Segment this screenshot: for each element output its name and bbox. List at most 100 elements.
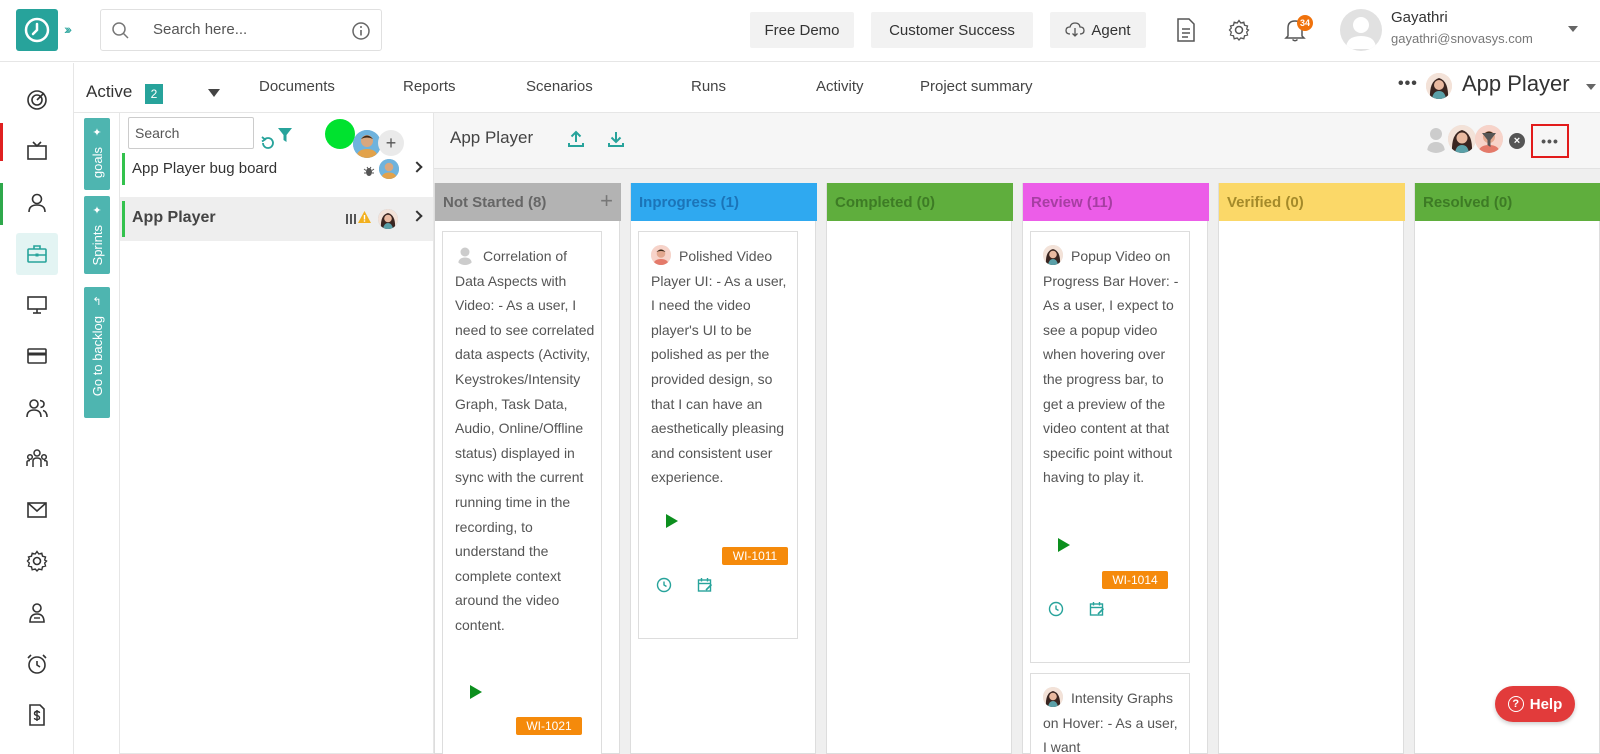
sprint-bars-icon	[346, 214, 356, 224]
woman-avatar-icon	[378, 209, 398, 229]
work-item-card[interactable]: Polished Video Player UI: - As a user, I…	[638, 231, 798, 639]
unassigned-avatar[interactable]	[1422, 125, 1450, 153]
global-search-input[interactable]	[153, 21, 333, 38]
agent-button[interactable]: Agent	[1050, 12, 1146, 48]
column-resolved: Resolved (0)	[1414, 183, 1600, 754]
column-title: Resolved (0)	[1423, 194, 1513, 211]
help-label: Help	[1529, 695, 1563, 713]
user-placeholder-icon	[1346, 17, 1376, 49]
board-item-app-player[interactable]: App Player	[120, 197, 433, 241]
settings-gear-icon[interactable]	[1228, 19, 1250, 41]
board-search-input[interactable]	[128, 117, 254, 149]
column-title: Not Started (8)	[443, 194, 547, 211]
chevron-right-icon[interactable]	[411, 210, 423, 222]
info-icon[interactable]	[351, 21, 371, 41]
online-status-dot	[325, 119, 355, 149]
nav-invoice[interactable]	[16, 694, 58, 736]
free-demo-button[interactable]: Free Demo	[750, 12, 854, 48]
pin-icon: ✦	[92, 205, 102, 217]
nav-billing[interactable]	[16, 335, 58, 377]
work-item-id-badge[interactable]: WI-1014	[1102, 571, 1168, 589]
user-menu-caret-icon[interactable]	[1568, 26, 1578, 32]
warning-icon	[358, 211, 371, 223]
work-item-id-badge[interactable]: WI-1021	[516, 717, 582, 735]
filter-icon[interactable]	[1482, 132, 1496, 148]
chevron-right-icon[interactable]	[411, 161, 423, 173]
card-text: Correlation of Data Aspects with Video: …	[455, 244, 595, 638]
work-item-card[interactable]: Correlation of Data Aspects with Video: …	[442, 231, 602, 754]
nav-team[interactable]	[16, 438, 58, 480]
nav-mail[interactable]	[16, 489, 58, 531]
tab-activity[interactable]: Activity	[816, 78, 864, 95]
nav-monitor[interactable]	[16, 284, 58, 326]
board-owner-avatar	[379, 159, 399, 179]
tab-project-summary[interactable]: Project summary	[920, 78, 1033, 95]
column-inprogress: Inprogress (1) Polished Video Player UI:…	[630, 183, 817, 754]
card-text: Popup Video on Progress Bar Hover: - As …	[1043, 244, 1183, 490]
calendar-edit-icon[interactable]	[697, 577, 713, 593]
play-icon[interactable]	[470, 685, 482, 699]
vtab-go-to-backlog[interactable]: ↰ Go to backlog	[84, 287, 110, 418]
nav-live[interactable]	[16, 130, 58, 172]
board-item-bug-board[interactable]: App Player bug board	[120, 151, 433, 195]
app-logo[interactable]	[16, 9, 58, 51]
calendar-edit-icon[interactable]	[1089, 601, 1105, 617]
tab-runs[interactable]: Runs	[691, 78, 726, 95]
tab-scenarios[interactable]: Scenarios	[526, 78, 593, 95]
clear-filter-button[interactable]: ×	[1509, 133, 1525, 149]
work-item-id-badge[interactable]: WI-1011	[722, 547, 788, 565]
customer-success-button[interactable]: Customer Success	[871, 12, 1033, 48]
add-card-button[interactable]: +	[600, 188, 613, 214]
help-button[interactable]: ? Help	[1495, 686, 1575, 722]
tab-reports[interactable]: Reports	[403, 78, 456, 95]
nav-settings[interactable]	[16, 540, 58, 582]
nav-profile[interactable]	[16, 182, 58, 224]
man-avatar-icon	[651, 245, 671, 265]
nav-users[interactable]	[16, 387, 58, 429]
tv-icon	[27, 141, 47, 160]
clock-icon[interactable]	[656, 577, 672, 593]
nav-projects[interactable]	[16, 233, 58, 275]
card-text: Polished Video Player UI: - As a user, I…	[651, 244, 791, 490]
play-icon[interactable]	[666, 514, 678, 528]
cloud-download-icon	[1065, 22, 1086, 37]
project-avatar	[1426, 73, 1452, 99]
user-placeholder-icon	[1427, 128, 1445, 153]
active-filter-label[interactable]: Active	[86, 82, 132, 102]
global-search	[100, 9, 382, 51]
user-name: Gayathri	[1391, 9, 1448, 26]
tab-documents[interactable]: Documents	[259, 78, 335, 95]
vtab-goals[interactable]: ✦ goals	[84, 118, 110, 190]
column-title: Completed (0)	[835, 194, 936, 211]
project-name[interactable]: App Player	[1462, 71, 1570, 97]
document-icon[interactable]	[1175, 18, 1197, 42]
member-avatar[interactable]	[1448, 125, 1476, 153]
upload-icon[interactable]	[568, 130, 584, 148]
alarm-clock-icon	[27, 654, 47, 674]
nav-dashboard[interactable]	[16, 79, 58, 121]
active-count-badge: 2	[145, 84, 163, 104]
invoice-dollar-icon	[29, 704, 45, 726]
project-dropdown-caret-icon[interactable]	[1586, 84, 1596, 90]
gear-icon	[26, 550, 48, 573]
project-more-button[interactable]: •••	[1398, 75, 1418, 93]
nav-employee[interactable]	[16, 592, 58, 634]
clock-icon[interactable]	[1048, 601, 1064, 617]
user-email: gayathri@snovasys.com	[1391, 31, 1533, 46]
vtab-sprints[interactable]: ✦ Sprints	[84, 196, 110, 274]
expand-menu-icon[interactable]: ›››	[64, 21, 72, 37]
credit-card-icon	[27, 348, 47, 364]
work-item-card[interactable]: Popup Video on Progress Bar Hover: - As …	[1030, 231, 1190, 663]
board-more-options-button[interactable]: •••	[1531, 124, 1569, 158]
user-avatar[interactable]	[1340, 9, 1382, 51]
refresh-icon[interactable]	[260, 135, 276, 151]
active-dropdown-caret-icon[interactable]	[208, 89, 220, 97]
download-icon[interactable]	[608, 130, 624, 148]
work-item-card[interactable]: Intensity Graphs on Hover: - As a user, …	[1030, 673, 1190, 754]
nav-timesheet[interactable]	[16, 643, 58, 685]
column-not-started: Not Started (8) + Correlation of Data As…	[434, 183, 621, 754]
board-active-bar	[122, 201, 125, 237]
target-icon	[27, 90, 47, 110]
filter-icon[interactable]	[278, 127, 292, 143]
play-icon[interactable]	[1058, 538, 1070, 552]
